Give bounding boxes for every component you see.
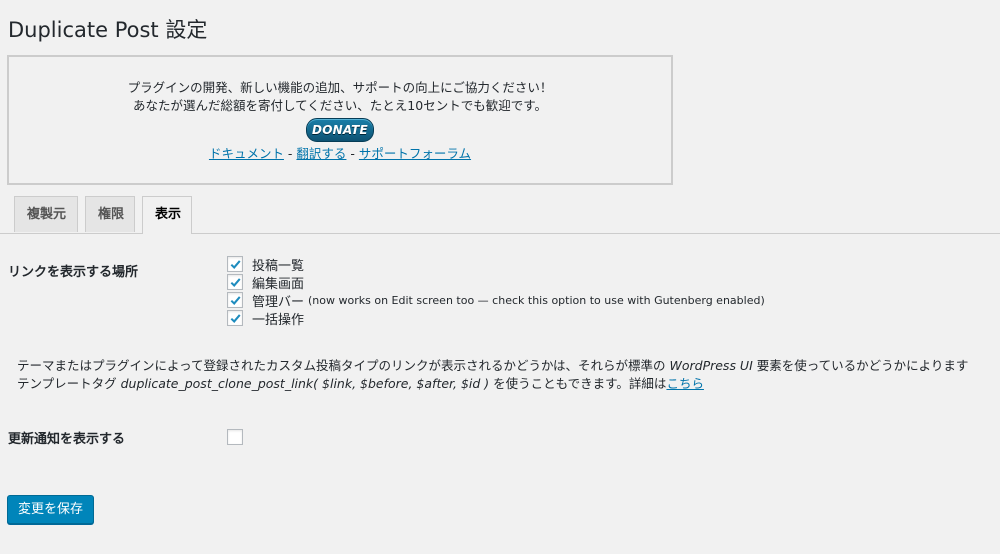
update-notice-checkbox[interactable] xyxy=(227,429,243,445)
option-post-list: 投稿一覧 xyxy=(227,255,765,274)
option-bulk-actions: 一括操作 xyxy=(227,309,765,328)
donate-message-line1: プラグインの開発、新しい機能の追加、サポートの向上にご協力ください！ xyxy=(127,80,553,95)
documentation-link[interactable]: ドキュメント xyxy=(209,146,284,161)
donate-links: ドキュメント - 翻訳する - サポートフォーラム xyxy=(9,145,671,163)
details-link[interactable]: こちら xyxy=(666,376,704,391)
edit-screen-checkbox[interactable] xyxy=(227,274,243,290)
description-text: テンプレートタグ xyxy=(17,376,121,391)
admin-bar-note: (now works on Edit screen too — check th… xyxy=(308,293,765,307)
admin-bar-checkbox[interactable] xyxy=(227,292,243,308)
check-icon xyxy=(230,313,241,323)
bulk-actions-label: 一括操作 xyxy=(252,312,305,328)
tab-display[interactable]: 表示 xyxy=(142,196,192,234)
check-icon xyxy=(230,259,241,269)
edit-screen-label: 編集画面 xyxy=(252,276,305,292)
save-changes-button[interactable]: 変更を保存 xyxy=(7,495,95,524)
support-forum-link[interactable]: サポートフォーラム xyxy=(359,146,471,161)
translate-link[interactable]: 翻訳する xyxy=(296,146,346,161)
update-notice-label: 更新通知を表示する xyxy=(8,432,126,447)
description-line1: テーマまたはプラグインによって登録されたカスタム投稿タイプのリンクが表示されるか… xyxy=(17,357,1000,375)
post-list-label: 投稿一覧 xyxy=(252,258,305,274)
donate-button[interactable]: DONATE xyxy=(306,118,374,142)
link-separator: - xyxy=(346,146,359,161)
tab-permissions[interactable]: 権限 xyxy=(85,196,135,232)
donate-message-line2: あなたが選んだ総額を寄付してください、たとえ10セントでも歓迎です。 xyxy=(133,98,547,113)
check-icon xyxy=(230,295,241,305)
check-icon xyxy=(230,277,241,287)
custom-post-type-description: テーマまたはプラグインによって登録されたカスタム投稿タイプのリンクが表示されるか… xyxy=(17,357,1000,393)
description-line2: テンプレートタグ duplicate_post_clone_post_link(… xyxy=(17,375,1000,393)
description-text: 要素を使っているかどうかによります xyxy=(752,358,969,373)
description-emphasis: WordPress UI xyxy=(669,358,753,373)
settings-tabs: 複製元 権限 表示 xyxy=(0,196,1000,234)
description-text: テーマまたはプラグインによって登録されたカスタム投稿タイプのリンクが表示されるか… xyxy=(17,358,670,373)
page-title: Duplicate Post 設定 xyxy=(8,18,208,42)
option-admin-bar: 管理バー (now works on Edit screen too — che… xyxy=(227,291,765,310)
tab-source[interactable]: 複製元 xyxy=(14,196,78,232)
template-tag-code: duplicate_post_clone_post_link( $link, $… xyxy=(120,376,490,391)
post-list-checkbox[interactable] xyxy=(227,256,243,272)
show-links-options: 投稿一覧 編集画面 管理バー (now works on Edit screen… xyxy=(227,255,765,328)
bulk-actions-checkbox[interactable] xyxy=(227,310,243,326)
description-text: を使うこともできます。詳細は xyxy=(489,376,667,391)
donate-box: プラグインの開発、新しい機能の追加、サポートの向上にご協力ください！ あなたが選… xyxy=(7,55,673,185)
option-edit-screen: 編集画面 xyxy=(227,273,765,292)
show-links-label: リンクを表示する場所 xyxy=(8,265,139,280)
link-separator: - xyxy=(283,146,297,161)
update-notice-option xyxy=(227,429,252,449)
admin-bar-label: 管理バー xyxy=(252,294,305,310)
